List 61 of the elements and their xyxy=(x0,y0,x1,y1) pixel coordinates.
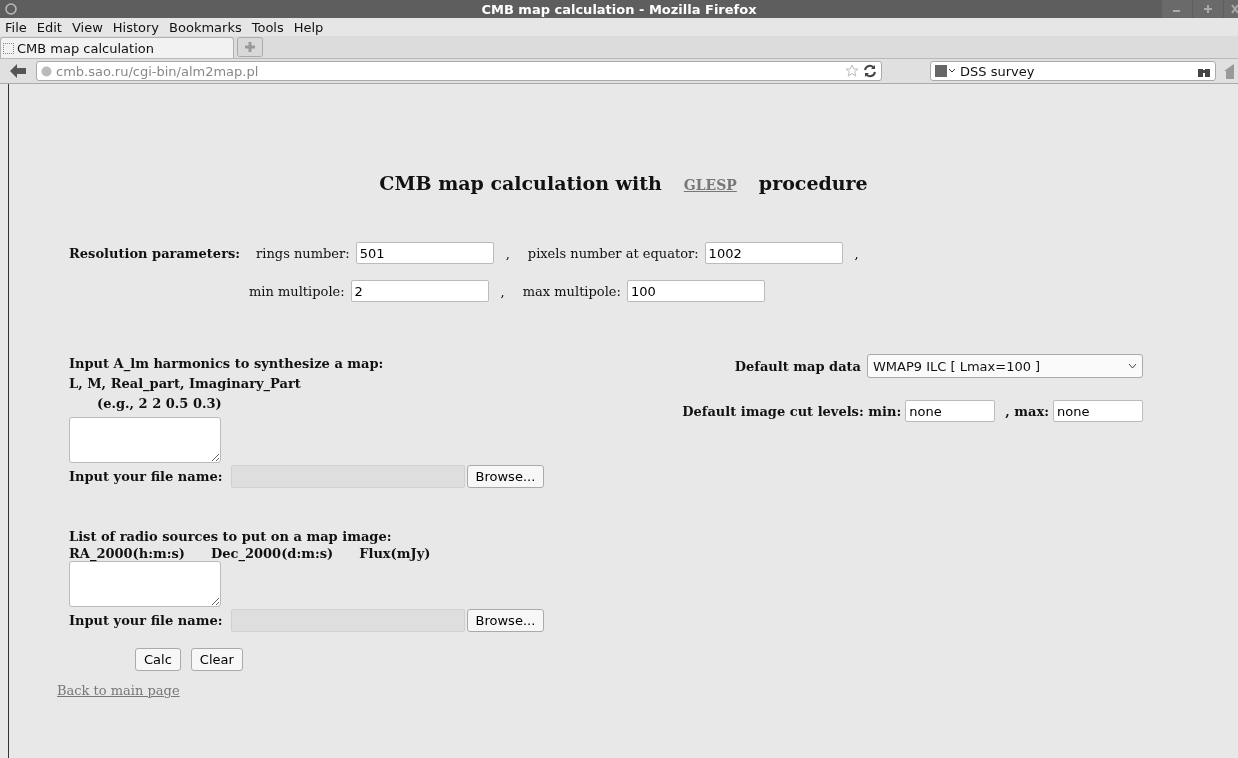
menu-item[interactable]: History xyxy=(112,19,160,35)
chevron-down-icon xyxy=(1128,363,1137,369)
text-field[interactable]: none xyxy=(1053,400,1143,422)
page-heading: procedure xyxy=(758,172,868,194)
column-header: Dec_2000(d:m:s) xyxy=(211,546,334,561)
close-icon[interactable] xyxy=(1224,0,1238,18)
browser-tab[interactable]: CMB map calculation xyxy=(0,37,234,58)
page-heading: CMB map calculation with xyxy=(379,172,662,194)
browse-button[interactable]: Browse... xyxy=(466,465,545,488)
text-field[interactable]: 501 xyxy=(355,242,494,264)
field-label: max multipole: xyxy=(522,283,621,299)
star-icon[interactable] xyxy=(845,64,859,78)
maximize-icon[interactable] xyxy=(1193,0,1223,18)
instruction-text: (e.g., 2 2 0.5 0.3) xyxy=(96,395,223,413)
reload-icon[interactable] xyxy=(863,64,877,78)
search-field[interactable]: DSS survey xyxy=(930,61,1216,81)
separator-comma: , xyxy=(854,245,859,261)
instruction-text: L, M, Real_part, Imaginary_Part xyxy=(69,375,302,394)
menu-item[interactable]: View xyxy=(71,19,103,35)
browse-button[interactable]: Browse... xyxy=(466,609,545,632)
instruction-text: Input A_lm harmonics to synthesize a map: xyxy=(69,355,385,374)
separator-comma: , xyxy=(500,283,505,299)
text-area[interactable] xyxy=(69,561,221,607)
back-arrow-icon[interactable] xyxy=(10,64,26,78)
address-field[interactable]: cmb.sao.ru/cgi-bin/alm2map.pl xyxy=(36,61,882,81)
form-button[interactable]: Calc xyxy=(135,648,181,671)
separator-comma: , xyxy=(505,245,510,261)
text-field[interactable]: none xyxy=(905,400,996,422)
menu-item[interactable]: Help xyxy=(293,19,324,35)
map-data-dropdown[interactable]: WMAP9 ILC [ Lmax=100 ] xyxy=(867,354,1143,378)
field-label: Default map data xyxy=(734,358,861,374)
field-label: Input your file name: xyxy=(69,469,223,484)
field-label: min multipole: xyxy=(249,283,345,299)
menu-item[interactable]: Bookmarks xyxy=(169,19,242,35)
field-label: Resolution parameters: xyxy=(69,245,241,261)
column-header: RA_2000(h:m:s) xyxy=(69,546,185,561)
new-tab-icon[interactable] xyxy=(237,37,263,57)
text-field[interactable]: 100 xyxy=(626,280,765,302)
field-label: Default image cut levels: min: xyxy=(682,403,902,419)
window-title: CMB map calculation - Mozilla Firefox xyxy=(481,1,757,17)
globe-icon xyxy=(41,65,52,77)
file-name-field[interactable] xyxy=(230,609,465,632)
globe-icon xyxy=(5,3,17,15)
menu-item[interactable]: File xyxy=(5,19,27,35)
search-engine-icon[interactable] xyxy=(935,64,957,78)
back-link[interactable]: Back to main page xyxy=(57,683,629,698)
glesp-link[interactable]: GLESP xyxy=(683,177,737,193)
menu-item[interactable]: Tools xyxy=(251,19,284,35)
file-name-field[interactable] xyxy=(230,465,465,488)
field-label: , max: xyxy=(1005,403,1049,419)
text-area[interactable] xyxy=(69,417,221,463)
text-field[interactable]: 1002 xyxy=(704,242,843,264)
form-button[interactable]: Clear xyxy=(190,648,243,671)
field-label: pixels number at equator: xyxy=(527,245,699,261)
text-field[interactable]: 2 xyxy=(350,280,489,302)
field-label: rings number: xyxy=(256,245,350,261)
menu-item[interactable]: Edit xyxy=(36,19,62,35)
instruction-text: List of radio sources to put on a map image: xyxy=(69,528,393,546)
minimize-icon[interactable] xyxy=(1162,0,1192,18)
field-label: Input your file name: xyxy=(69,613,223,628)
column-header: Flux(mJy) xyxy=(359,546,431,561)
